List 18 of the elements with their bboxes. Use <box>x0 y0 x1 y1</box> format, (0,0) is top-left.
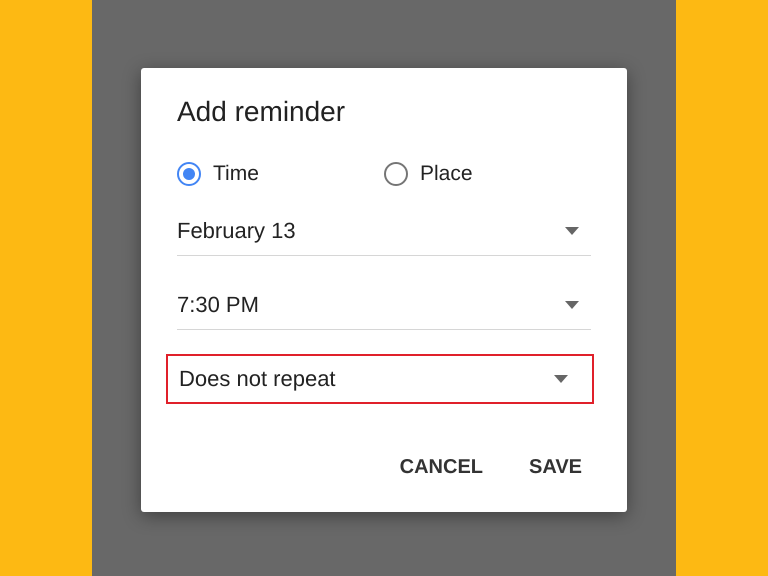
dropdown-value: February 13 <box>177 218 296 244</box>
dropdown-field[interactable]: 7:30 PM <box>177 280 591 330</box>
dropdown-arrow-icon <box>554 375 568 383</box>
dropdown-field[interactable]: Does not repeat <box>166 354 594 404</box>
radio-label: Place <box>420 162 473 186</box>
dropdown-value: Does not repeat <box>179 366 336 392</box>
dialog-button[interactable]: SAVE <box>529 452 582 483</box>
radio-icon[interactable] <box>384 162 408 186</box>
dropdown-value: 7:30 PM <box>177 292 259 318</box>
dropdown-arrow-icon <box>565 226 579 234</box>
radio-icon[interactable] <box>177 162 201 186</box>
radio-option[interactable]: Place <box>384 162 591 186</box>
dialog-title: Add reminder <box>177 96 346 129</box>
dialog-button[interactable]: CANCEL <box>400 452 484 483</box>
dropdown-arrow-icon <box>565 300 579 308</box>
radio-option[interactable]: Time <box>177 162 384 186</box>
radio-label: Time <box>213 162 259 186</box>
dropdown-field[interactable]: February 13 <box>177 206 591 256</box>
